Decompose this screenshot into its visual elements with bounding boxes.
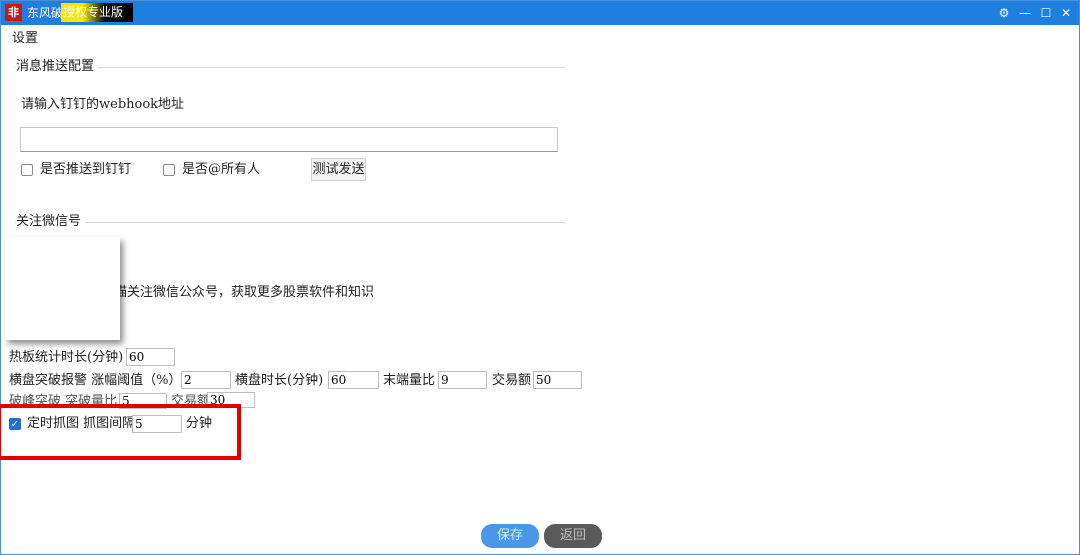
highlight-box — [0, 404, 241, 460]
app-logo-icon: 非 — [5, 4, 22, 21]
push-dingtalk-checkbox[interactable] — [21, 164, 33, 176]
hot-board-input[interactable] — [126, 348, 175, 366]
page-title: 设置 — [12, 31, 39, 46]
turnover-input[interactable] — [533, 371, 582, 389]
hot-board-label: 热板统计时长(分钟) — [9, 350, 124, 365]
flat-duration-label: 横盘时长(分钟) — [235, 373, 324, 388]
wechat-section-title: 关注微信号 — [16, 214, 86, 230]
minimize-icon[interactable]: — — [1017, 5, 1033, 21]
gear-icon[interactable]: ⚙ — [996, 5, 1012, 21]
license-badge-text: 授权专业版1.1.1 — [63, 5, 124, 38]
turnover-label: 交易额 — [492, 373, 532, 388]
wechat-section-divider — [15, 222, 565, 223]
webhook-label: 请输入钉钉的webhook地址 — [21, 97, 185, 112]
save-button[interactable]: 保存 — [481, 524, 539, 548]
webhook-input[interactable] — [20, 127, 558, 152]
back-button[interactable]: 返回 — [544, 524, 602, 548]
title-bar: 非 东风破 授权专业版1.1.1 ⚙ — ☐ ✕ — [1, 1, 1079, 38]
flat-duration-input[interactable] — [328, 371, 379, 389]
close-icon[interactable]: ✕ — [1058, 5, 1074, 21]
push-dingtalk-label: 是否推送到钉钉 — [40, 162, 132, 177]
wechat-scan-text: 扫描关注微信公众号，获取更多股票软件和知识 — [101, 285, 375, 300]
settings-window: 非 东风破 授权专业版1.1.1 ⚙ — ☐ ✕ 设置 消息推送配置 请输入钉钉… — [0, 0, 1080, 555]
test-send-button[interactable]: 测试发送 — [311, 158, 366, 181]
license-badge: 授权专业版1.1.1 — [61, 3, 133, 38]
at-all-label: 是否@所有人 — [182, 162, 261, 177]
end-volume-label: 末端量比 — [383, 373, 436, 388]
maximize-icon[interactable]: ☐ — [1038, 5, 1054, 21]
at-all-checkbox[interactable] — [163, 164, 175, 176]
breakout-input[interactable] — [181, 371, 231, 389]
app-name: 东风破 — [27, 6, 64, 20]
end-volume-input[interactable] — [438, 371, 487, 389]
wechat-qr-popup — [5, 237, 120, 340]
push-section-title: 消息推送配置 — [16, 59, 99, 75]
breakout-label: 横盘突破报警 涨幅阈值（%） — [9, 373, 182, 388]
